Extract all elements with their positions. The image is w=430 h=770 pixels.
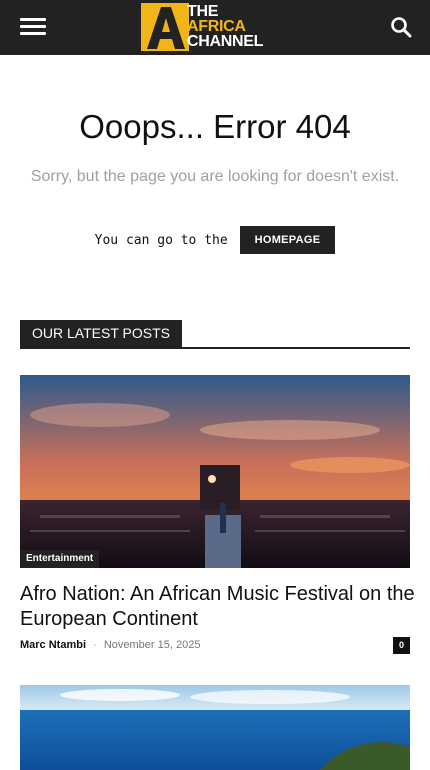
logo-wordmark: THE AFRICA CHANNEL xyxy=(187,3,264,50)
category-badge[interactable]: Entertainment xyxy=(20,550,100,568)
section-title: OUR LATEST POSTS xyxy=(20,320,182,347)
logo-line-3: CHANNEL xyxy=(187,33,264,50)
search-icon[interactable] xyxy=(390,16,412,38)
logo-line-1: THE xyxy=(187,3,219,20)
meta-separator: - xyxy=(93,639,97,651)
homepage-prompt: You can go to the HOMEPAGE xyxy=(0,226,430,254)
logo-a-mark xyxy=(141,3,189,51)
site-logo[interactable]: THE AFRICA CHANNEL xyxy=(141,3,291,51)
comment-count-badge[interactable]: 0 xyxy=(393,637,410,654)
post-date: November 15, 2025 xyxy=(103,639,201,651)
latest-posts-header: OUR LATEST POSTS xyxy=(20,320,410,349)
post-author[interactable]: Marc Ntambi xyxy=(20,639,86,651)
post-title-link[interactable]: Afro Nation: An African Music Festival o… xyxy=(20,582,415,632)
post-thumbnail[interactable] xyxy=(20,375,410,568)
hamburger-menu-icon[interactable] xyxy=(20,17,46,37)
homepage-button[interactable]: HOMEPAGE xyxy=(239,226,336,254)
goto-text: You can go to the xyxy=(94,232,228,248)
error-title: Ooops... Error 404 xyxy=(79,108,351,145)
logo-line-2: AFRICA xyxy=(187,18,246,35)
site-header: THE AFRICA CHANNEL xyxy=(0,0,430,55)
post-meta: Marc Ntambi - November 15, 2025 xyxy=(20,639,200,651)
next-post-thumbnail[interactable] xyxy=(20,685,410,770)
error-subtitle: Sorry, but the page you are looking for … xyxy=(30,168,400,185)
